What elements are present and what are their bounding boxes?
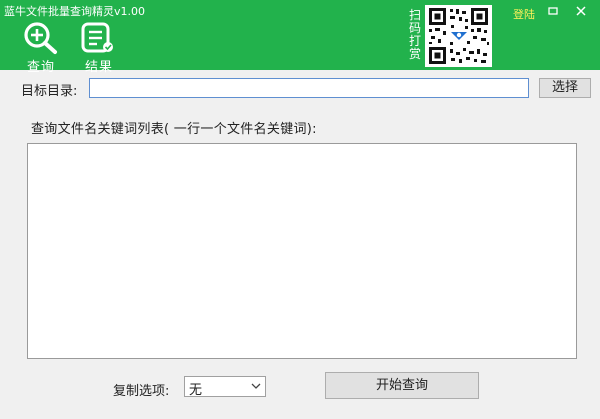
result-toolbar-label: 结果 [84,60,113,75]
document-list-icon [81,22,113,53]
window-title: 蓝牛文件批量查询精灵v1.00 [4,5,146,18]
target-dir-label: 目标目录: [21,84,78,99]
qr-code [425,5,492,67]
login-link[interactable]: 登陆 [513,6,535,22]
minimize-icon[interactable] [546,4,560,18]
keywords-textarea[interactable] [27,143,577,359]
reward-label: 扫码打赏 [408,8,421,61]
chevron-down-icon [251,380,261,396]
magnifier-plus-icon [24,22,57,54]
header-bar: 蓝牛文件批量查询精灵v1.00 查询 结果 扫码打赏 登陆 [0,0,600,75]
copy-option-select[interactable]: 无 [184,376,266,398]
start-query-button[interactable]: 开始查询 [325,372,479,399]
copy-option-value: 无 [189,383,203,398]
keywords-label: 查询文件名关键词列表( 一行一个文件名关键词): [31,122,317,137]
query-toolbar-label: 查询 [26,60,55,75]
query-toolbar-button[interactable]: 查询 [20,21,62,75]
select-dir-button[interactable]: 选择 [539,78,591,98]
close-icon[interactable] [574,4,588,18]
target-dir-input[interactable] [89,78,529,98]
result-toolbar-button[interactable]: 结果 [78,21,120,75]
copy-option-label: 复制选项: [113,384,170,399]
